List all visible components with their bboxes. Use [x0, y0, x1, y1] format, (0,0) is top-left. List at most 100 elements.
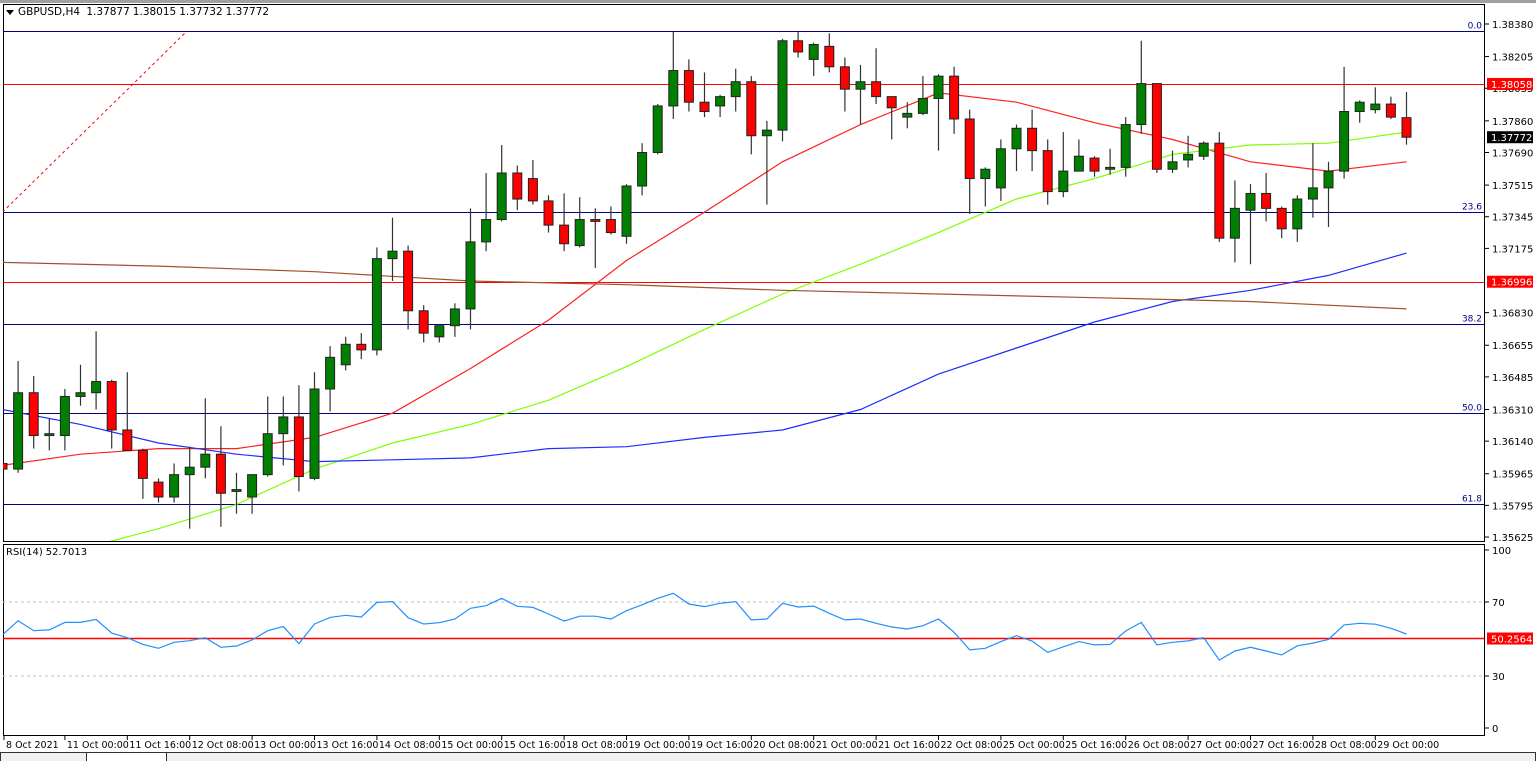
- candle-body: [309, 388, 320, 479]
- candle-body: [200, 453, 211, 468]
- time-tick-label: 27 Oct 00:00: [1190, 740, 1252, 751]
- candle-body: [387, 250, 398, 260]
- price-tick-label: 1.35625: [1492, 533, 1533, 544]
- time-tick-label: 19 Oct 16:00: [691, 740, 753, 751]
- fib-level-label: 50.0: [1462, 404, 1482, 414]
- price-tick-label: 1.37515: [1492, 181, 1533, 192]
- symbol-timeframe: GBPUSD,H4: [18, 6, 81, 18]
- candle-body: [621, 185, 632, 237]
- price-tick-label: 1.36310: [1492, 405, 1533, 416]
- chart-tab-strip: [166, 752, 1536, 761]
- time-tick-label: 20 Oct 08:00: [753, 740, 815, 751]
- time-tick-label: 13 Oct 16:00: [317, 740, 379, 751]
- bear-candle: [1151, 83, 1162, 173]
- candle-body: [1385, 103, 1396, 118]
- chart-tab-active[interactable]: [86, 752, 168, 761]
- time-tick-label: 29 Oct 00:00: [1377, 740, 1439, 751]
- rsi-plot-frame: [3, 544, 1485, 736]
- time-tick-label: 21 Oct 16:00: [878, 740, 940, 751]
- time-tick-label: 28 Oct 08:00: [1315, 740, 1377, 751]
- time-tick-label: 15 Oct 00:00: [441, 740, 503, 751]
- dropdown-triangle-icon[interactable]: [6, 9, 14, 15]
- price-tick-label: 1.35965: [1492, 470, 1533, 481]
- candle-body: [1370, 103, 1381, 111]
- candle-body: [527, 178, 538, 202]
- chart-tab[interactable]: [0, 752, 88, 761]
- rsi-value: 52.7013: [45, 547, 88, 558]
- time-tick-label: 12 Oct 08:00: [192, 740, 254, 751]
- candle-body: [1120, 124, 1131, 168]
- time-tick-label: 18 Oct 08:00: [566, 740, 628, 751]
- candle-body: [496, 172, 507, 221]
- time-tick-label: 19 Oct 00:00: [629, 740, 691, 751]
- candle-body: [574, 219, 585, 247]
- candle-body: [949, 75, 960, 120]
- candle-body: [683, 70, 694, 103]
- candle-body: [730, 81, 741, 98]
- header-close: 1.37772: [225, 6, 270, 18]
- header-open: 1.37877: [86, 6, 130, 18]
- fib-level-label: 23.6: [1462, 203, 1482, 213]
- price-tick-label: 1.37345: [1492, 213, 1533, 224]
- candle-body: [652, 105, 663, 153]
- price-tick-label: 1.38380: [1492, 20, 1533, 31]
- price-tick-label: 1.36140: [1492, 437, 1533, 448]
- candle-body: [262, 433, 273, 476]
- candle-body: [1011, 127, 1022, 150]
- candle-body: [668, 70, 679, 107]
- time-tick-label: 27 Oct 16:00: [1253, 740, 1315, 751]
- candle-body: [1307, 187, 1318, 200]
- rsi-tick-label: 70: [1492, 598, 1505, 609]
- candle-body: [761, 129, 772, 137]
- candle-body: [808, 43, 819, 60]
- candle-body: [449, 308, 460, 327]
- candle-body: [215, 453, 226, 494]
- candle-body: [1323, 170, 1334, 189]
- time-tick-label: 15 Oct 16:00: [504, 740, 566, 751]
- candle-body: [418, 310, 429, 334]
- candle-body: [590, 219, 601, 222]
- candle-body: [1027, 127, 1038, 152]
- header-high: 1.38015: [132, 6, 177, 18]
- candle-body: [1401, 117, 1412, 138]
- candle-body: [1167, 161, 1178, 170]
- price-level-tag-label: 1.38058: [1491, 80, 1532, 91]
- chart-tabs: [0, 752, 1536, 761]
- candle-body: [278, 416, 289, 435]
- candle-body: [91, 381, 102, 394]
- candle-body: [855, 81, 866, 90]
- candle-body: [839, 66, 850, 90]
- bull-candle: [621, 184, 632, 244]
- time-tick-label: 8 Oct 2021: [6, 740, 59, 751]
- fib-level-label: 38.2: [1462, 315, 1482, 325]
- candle-body: [871, 81, 882, 98]
- candle-body: [699, 101, 710, 113]
- price-tick-label: 1.37175: [1492, 244, 1533, 255]
- chart-canvas[interactable]: 0.023.638.250.061.8 1.383801.382051.3803…: [0, 0, 1536, 758]
- candle-body: [1058, 170, 1069, 193]
- candle-body: [247, 474, 258, 498]
- price-tick-label: 1.36485: [1492, 373, 1533, 384]
- candle-body: [824, 45, 835, 68]
- time-tick-label: 25 Oct 16:00: [1065, 740, 1127, 751]
- candle-body: [1276, 207, 1287, 230]
- candle-body: [1354, 101, 1365, 113]
- candle-body: [886, 96, 897, 109]
- bear-candle: [1214, 132, 1225, 242]
- candle-body: [995, 148, 1006, 189]
- time-tick-label: 11 Oct 16:00: [129, 740, 191, 751]
- candle-body: [371, 258, 382, 351]
- time-tick-label: 21 Oct 00:00: [816, 740, 878, 751]
- candle-body: [137, 449, 148, 479]
- candle-body: [637, 151, 648, 187]
- bull-candle: [371, 247, 382, 356]
- time-tick-label: 25 Oct 00:00: [1003, 740, 1065, 751]
- price-level-tag-label: 1.36996: [1491, 278, 1532, 289]
- candle-body: [75, 392, 86, 397]
- candle-body: [169, 474, 180, 498]
- candle-body: [1339, 111, 1350, 172]
- candle-body: [980, 168, 991, 180]
- header-low: 1.37732: [179, 6, 223, 18]
- candle-body: [1292, 198, 1303, 230]
- candle-body: [28, 392, 39, 437]
